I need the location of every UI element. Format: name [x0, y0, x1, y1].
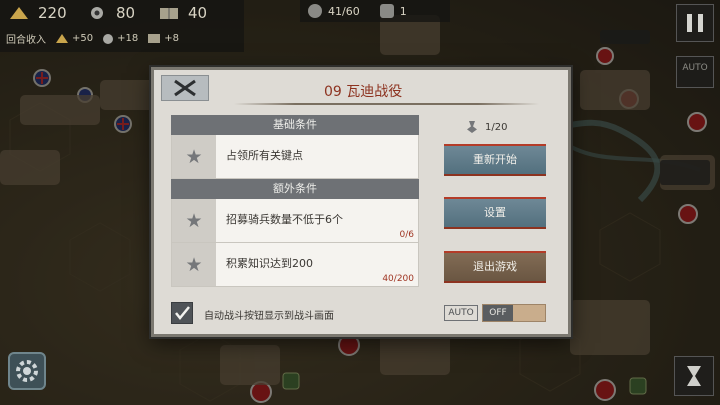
medal-counter: 1/20: [467, 121, 507, 133]
auto-battle-checkbox-label: 自动战斗按钮显示到战斗画面: [204, 311, 334, 322]
top-status-bar: 41/60 1: [300, 0, 450, 22]
close-button[interactable]: [161, 75, 209, 101]
auto-tag: AUTO: [444, 305, 478, 321]
toggle-state: OFF: [483, 305, 513, 321]
medal-icon: [467, 121, 477, 133]
condition-row: ★ 占领所有关键点: [171, 135, 419, 179]
star-icon: ★: [172, 135, 216, 178]
book-icon: [158, 5, 180, 21]
end-turn-button[interactable]: [674, 356, 714, 396]
star-icon: ★: [172, 199, 216, 242]
gold-icon: [56, 34, 68, 43]
condition-progress: 0/6: [399, 230, 414, 240]
tech-resource: 40: [158, 3, 207, 23]
close-icon: [174, 79, 196, 97]
dialog-title: 09 瓦迪战役: [324, 84, 403, 100]
card-count: 1: [399, 4, 407, 18]
industry-value: 80: [116, 4, 136, 22]
book-icon: [148, 34, 161, 43]
pause-icon: [687, 14, 692, 32]
basic-conditions-header: 基础条件: [171, 115, 419, 135]
condition-row: ★ 积累知识达到200 40/200: [171, 243, 419, 287]
industry-income: +18: [103, 33, 138, 44]
extra-conditions-header: 额外条件: [171, 179, 419, 199]
gold-income: +50: [56, 33, 93, 44]
tech-value: 40: [188, 4, 208, 22]
gold-value: 220: [38, 4, 67, 22]
gear-icon: [16, 360, 38, 382]
condition-progress: 40/200: [382, 274, 414, 284]
auto-battle-button[interactable]: AUTO: [676, 56, 714, 88]
auto-toggle[interactable]: OFF: [482, 304, 546, 322]
resource-bar: 220 80 40 回合收入 +50 +18 +8: [0, 0, 244, 52]
mission-dialog: 09 瓦迪战役 基础条件 ★ 占领所有关键点 额外条件 ★ 招募骑兵数量不低于6…: [151, 67, 571, 337]
condition-row: ★ 招募骑兵数量不低于6个 0/6: [171, 199, 419, 243]
dialog-header: 09 瓦迪战役: [154, 70, 568, 108]
star-icon: ★: [172, 243, 216, 286]
industry-icon: [103, 33, 114, 44]
gold-icon: [8, 5, 30, 21]
turn-income-label: 回合收入: [6, 35, 46, 46]
hourglass-icon: [687, 366, 701, 386]
condition-text: 占领所有关键点: [226, 149, 303, 162]
auto-label: AUTO: [682, 63, 708, 73]
restart-button[interactable]: 重新开始: [444, 144, 546, 176]
condition-text: 招募骑兵数量不低于6个: [226, 213, 343, 226]
condition-text: 积累知识达到200: [226, 257, 313, 270]
pause-button[interactable]: [676, 4, 714, 42]
title-divider: [234, 103, 539, 105]
conditions-panel: 基础条件 ★ 占领所有关键点 额外条件 ★ 招募骑兵数量不低于6个 0/6 ★ …: [171, 115, 419, 287]
medal-count: 1/20: [485, 121, 508, 133]
units-icon: [308, 4, 322, 18]
general-skill-button[interactable]: [8, 352, 46, 390]
industry-resource: 80: [86, 3, 135, 23]
turn-income: 回合收入 +50 +18 +8: [6, 31, 179, 46]
units-count: 41/60: [328, 4, 360, 18]
settings-button[interactable]: 设置: [444, 197, 546, 229]
checkmark-icon: [175, 306, 190, 320]
auto-battle-checkbox[interactable]: [171, 302, 193, 324]
tech-income: +8: [148, 33, 179, 44]
industry-icon: [86, 5, 108, 21]
quit-game-button[interactable]: 退出游戏: [444, 251, 546, 283]
gold-resource: 220: [8, 3, 67, 23]
card-icon: [379, 4, 394, 18]
